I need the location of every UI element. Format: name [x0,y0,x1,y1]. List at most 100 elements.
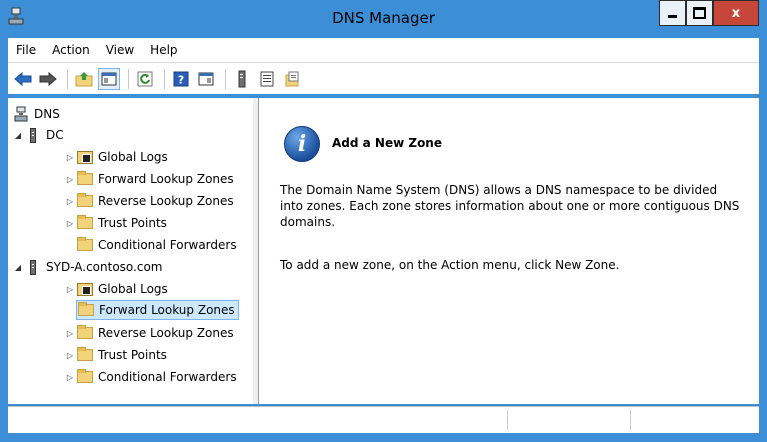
close-button[interactable]: x [713,0,759,26]
info-instruction: To add a new zone, on the Action menu, c… [280,258,620,272]
toolbar-separator [164,68,165,89]
tree-node-trust-points[interactable]: ▷ Trust Points [64,213,167,233]
tree-label: DC [46,128,64,142]
tree-label: Trust Points [98,216,167,230]
tree-label: Global Logs [98,282,168,296]
folder-icon [77,302,95,318]
pane-splitter[interactable] [253,98,259,404]
list-view-button[interactable] [256,68,278,90]
maximize-icon [693,7,706,19]
show-hide-action-pane-button[interactable] [195,68,217,90]
expand-triangle-icon[interactable]: ▷ [64,153,76,162]
up-one-level-button[interactable] [73,68,95,90]
dns-root-icon [12,106,30,122]
server-icon [238,70,246,87]
expand-triangle-icon[interactable]: ▷ [64,373,76,382]
console-tree: DNS ◢ DC ▷ Global Logs ▷ Forward Lookup … [8,98,254,404]
folder-icon [76,369,94,385]
toolbar-separator [128,68,129,89]
info-icon: i [284,126,320,162]
global-logs-icon [76,149,94,165]
show-hide-console-tree-icon [101,72,117,85]
expand-triangle-icon[interactable]: ▷ [64,285,76,294]
server-icon [24,127,42,143]
help-button[interactable]: ? [170,68,192,90]
window-title: DNS Manager [332,9,435,27]
server-icon [24,259,42,275]
expand-triangle-icon[interactable]: ▷ [64,351,76,360]
new-zone-button[interactable] [281,68,303,90]
menu-bar: File Action View Help [8,38,759,62]
main-content: DNS ◢ DC ▷ Global Logs ▷ Forward Lookup … [8,98,759,404]
toolbar-separator [67,68,68,89]
tree-label: Conditional Forwarders [98,370,237,384]
minimize-icon [668,15,677,18]
server-button[interactable] [231,68,253,90]
tree-label: Forward Lookup Zones [99,303,235,317]
toolbar-separator [225,68,226,89]
menu-file[interactable]: File [8,43,44,57]
menu-help[interactable]: Help [142,43,185,57]
tree-root-dns[interactable]: DNS [12,104,60,124]
tree-label: SYD-A.contoso.com [46,260,163,274]
tree-node-syd-a[interactable]: ◢ SYD-A.contoso.com [12,257,162,277]
refresh-icon [137,71,153,86]
tree-node-global-logs[interactable]: ▷ Global Logs [64,147,168,167]
forward-icon [39,71,57,86]
minimize-button[interactable] [659,0,686,26]
folder-icon [76,171,94,187]
forward-button[interactable] [37,68,59,90]
tree-node-dc[interactable]: ◢ DC [12,125,64,145]
tree-label: Conditional Forwarders [98,238,237,252]
tree-node-trust-points[interactable]: ▷ Trust Points [64,345,167,365]
tree-node-forward-lookup-zones[interactable]: ▷ Forward Lookup Zones [64,169,234,189]
up-folder-icon [75,71,93,86]
status-bar [8,406,759,433]
collapse-triangle-icon[interactable]: ◢ [12,131,24,140]
tree-node-reverse-lookup-zones[interactable]: ▷ Reverse Lookup Zones [64,323,234,343]
title-bar[interactable]: DNS Manager x [0,0,767,38]
expand-triangle-icon[interactable]: ▷ [64,329,76,338]
back-icon [14,71,32,86]
info-description: The Domain Name System (DNS) allows a DN… [280,183,740,229]
info-title: Add a New Zone [332,136,442,150]
status-divider [507,410,508,430]
tree-node-global-logs[interactable]: ▷ Global Logs [64,279,168,299]
status-divider [630,410,631,430]
show-hide-console-tree-button[interactable] [98,67,120,90]
tree-label: Forward Lookup Zones [98,172,234,186]
help-icon: ? [173,71,189,86]
expand-triangle-icon[interactable]: ▷ [64,219,76,228]
folder-icon [76,237,94,253]
expand-triangle-icon[interactable]: ▷ [64,175,76,184]
tree-label: Reverse Lookup Zones [98,194,234,208]
refresh-button[interactable] [134,68,156,90]
tree-label: Global Logs [98,150,168,164]
global-logs-icon [76,281,94,297]
menu-view[interactable]: View [98,43,142,57]
dns-manager-window: DNS Manager x File Action View Help ? DN… [0,0,767,442]
tree-label: Reverse Lookup Zones [98,326,234,340]
tree-label: Trust Points [98,348,167,362]
folder-icon [76,347,94,363]
close-icon: x [731,5,741,21]
maximize-button[interactable] [686,0,713,26]
tree-node-forward-lookup-zones-selected[interactable]: Forward Lookup Zones [76,300,239,320]
tree-node-conditional-forwarders[interactable]: Conditional Forwarders [76,235,237,255]
show-hide-action-pane-icon [198,72,214,85]
back-button[interactable] [12,68,34,90]
collapse-triangle-icon[interactable]: ◢ [12,263,24,272]
menu-action[interactable]: Action [44,43,98,57]
svg-text:?: ? [178,73,184,86]
tree-node-conditional-forwarders[interactable]: ▷ Conditional Forwarders [64,367,237,387]
details-pane: i Add a New Zone The Domain Name System … [260,98,759,404]
folder-icon [76,215,94,231]
folder-icon [76,325,94,341]
tree-node-reverse-lookup-zones[interactable]: ▷ Reverse Lookup Zones [64,191,234,211]
tree-label-dns: DNS [34,107,60,121]
expand-triangle-icon[interactable]: ▷ [64,197,76,206]
toolbar: ? [8,62,759,94]
new-zone-icon [285,71,299,86]
folder-icon [76,193,94,209]
list-icon [260,71,274,86]
